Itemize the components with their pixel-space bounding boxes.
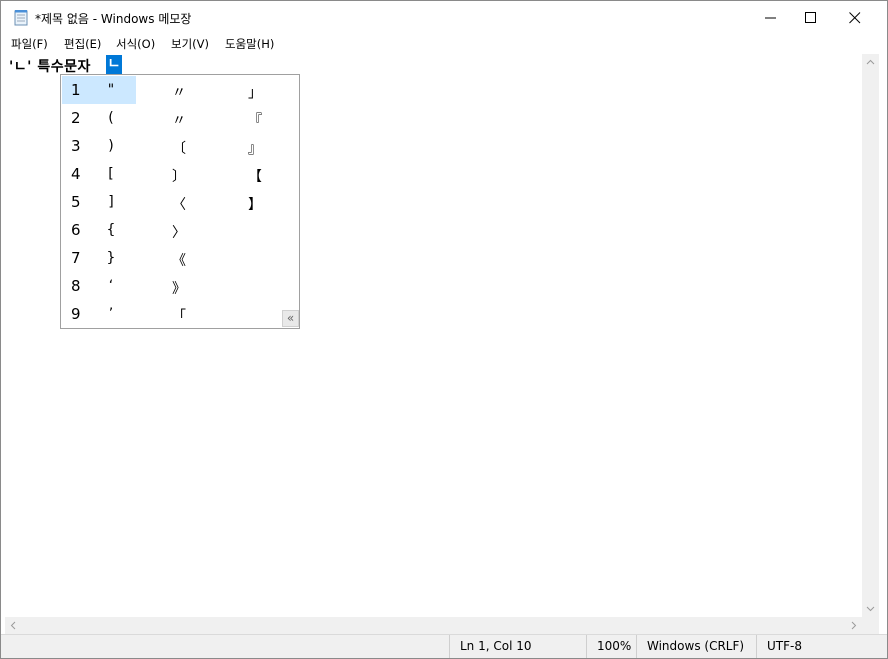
candidate-number: 7 [71,249,81,267]
menu-format[interactable]: 서식(O) [116,36,155,52]
candidate-item[interactable]: " [101,82,121,98]
candidate-item[interactable]: 〔 [169,138,189,158]
candidate-item[interactable]: ’ [101,306,121,322]
candidate-item[interactable]: 「 [169,306,189,326]
candidate-item[interactable]: ( [101,110,121,126]
title-bar[interactable]: *제목 없음 - Windows 메모장 [1,1,887,35]
candidate-item[interactable]: 【 [245,166,265,186]
window-title: *제목 없음 - Windows 메모장 [35,12,192,26]
scroll-right-arrow-icon[interactable] [845,617,862,634]
close-button[interactable] [831,1,877,35]
candidate-number: 4 [71,165,81,183]
horizontal-scrollbar[interactable] [5,617,862,634]
candidate-number: 1 [71,81,81,99]
scrollbar-corner [862,617,879,634]
candidate-item[interactable]: 〃 [169,110,189,130]
status-zoom: 100% [586,635,636,658]
status-line-ending: Windows (CRLF) [636,635,756,658]
scroll-up-arrow-icon[interactable] [862,54,879,71]
notepad-icon [13,9,29,26]
candidate-item[interactable]: ] [101,194,121,210]
candidate-item[interactable]: ‘ [101,278,121,294]
candidate-item[interactable]: 》 [169,278,189,298]
candidate-item[interactable]: 『 [245,110,265,130]
candidate-item[interactable]: [ [101,166,121,182]
vertical-scrollbar[interactable] [862,54,879,617]
menu-bar: 파일(F) 편집(E) 서식(O) 보기(V) 도움말(H) [1,35,887,53]
candidate-number: 8 [71,277,81,295]
candidate-item[interactable]: 《 [169,250,189,270]
notepad-window: *제목 없음 - Windows 메모장 파일(F) 편집(E) 서식(O) 보… [0,0,888,659]
scroll-down-arrow-icon[interactable] [862,600,879,617]
candidate-item[interactable]: 〃 [169,82,189,102]
close-icon [849,12,861,24]
candidate-item[interactable]: { [101,222,121,238]
candidate-number: 6 [71,221,81,239]
status-bar: Ln 1, Col 10 100% Windows (CRLF) UTF-8 [1,634,887,658]
candidate-item[interactable]: 〉 [169,222,189,242]
ime-composing-char: ㄴ [106,55,122,74]
candidate-number: 9 [71,305,81,323]
candidate-item[interactable]: 』 [245,138,265,158]
expand-candidates-icon[interactable]: « [282,310,299,327]
candidate-item[interactable]: 」 [245,82,265,102]
menu-file[interactable]: 파일(F) [11,36,48,52]
candidate-item[interactable]: 〕 [169,166,189,186]
candidate-number: 3 [71,137,81,155]
editor-text: 'ㄴ' 특수문자 [9,59,97,75]
candidate-item[interactable]: } [101,250,121,266]
candidate-item[interactable]: 】 [245,194,265,214]
status-encoding: UTF-8 [756,635,866,658]
candidate-item[interactable]: ) [101,138,121,154]
candidate-number: 2 [71,109,81,127]
candidate-item[interactable]: 〈 [169,194,189,214]
menu-help[interactable]: 도움말(H) [225,36,274,52]
scroll-left-arrow-icon[interactable] [5,617,22,634]
menu-edit[interactable]: 편집(E) [64,36,101,52]
candidate-number: 5 [71,193,81,211]
ime-candidate-list: 1 " 〃 」 2 ( 〃 『 3 ) 〔 』 4 [ 〕 【 5 ] 〈 】 … [60,74,300,329]
menu-view[interactable]: 보기(V) [171,36,209,52]
maximize-button[interactable] [787,1,833,35]
maximize-icon [805,12,816,23]
status-cursor-position: Ln 1, Col 10 [449,635,586,658]
minimize-icon [765,17,776,19]
